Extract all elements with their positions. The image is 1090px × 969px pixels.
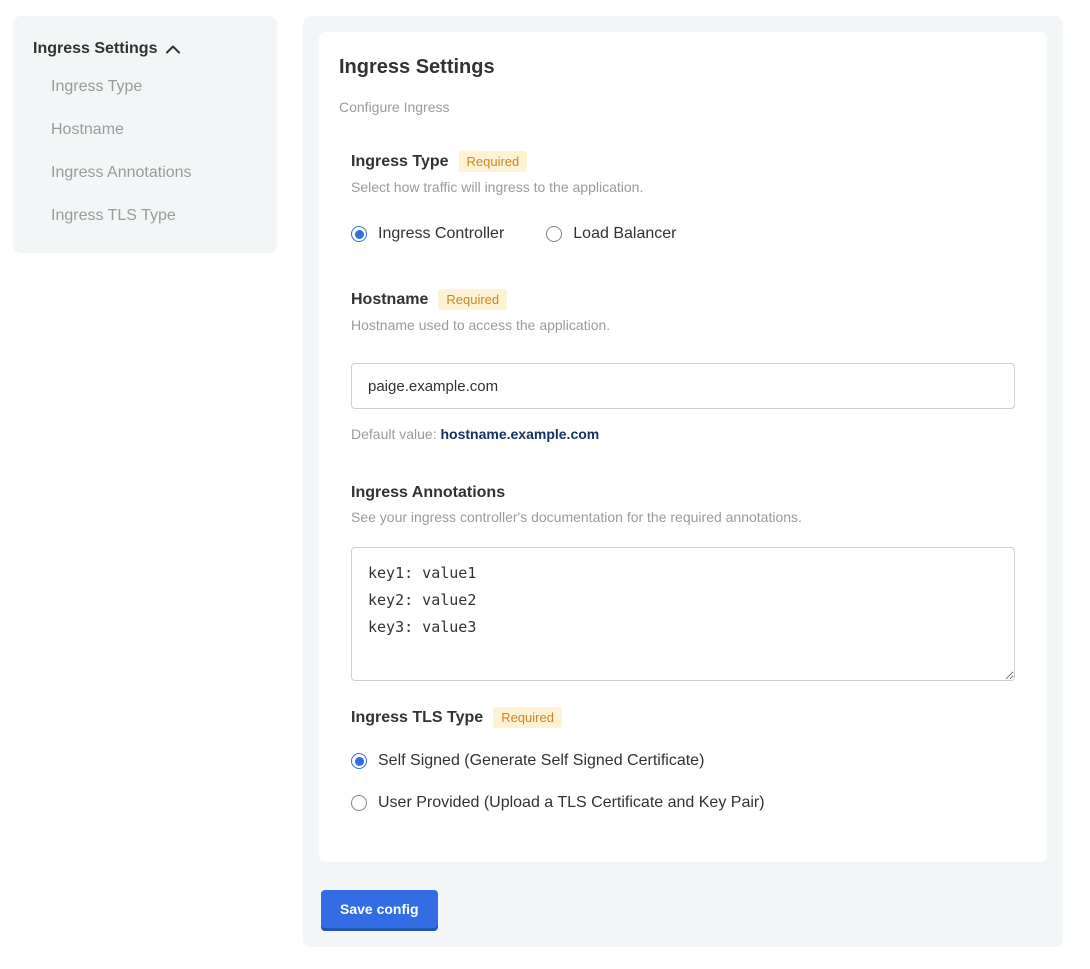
radio-user-provided-icon[interactable] [351, 795, 367, 811]
section-ingress-tls-type: Ingress TLS Type Required Self Signed (G… [351, 707, 1027, 812]
radio-ingress-controller-label: Ingress Controller [378, 225, 504, 243]
annotations-label: Ingress Annotations [351, 484, 505, 502]
chevron-up-icon [166, 45, 180, 54]
sidebar-item-hostname[interactable]: Hostname [51, 121, 257, 139]
ingress-type-label: Ingress Type [351, 153, 449, 171]
required-badge: Required [438, 289, 507, 310]
card-subtitle: Configure Ingress [339, 99, 1027, 115]
config-area: Ingress Settings Configure Ingress Ingre… [303, 16, 1063, 947]
section-ingress-annotations: Ingress Annotations See your ingress con… [351, 484, 1027, 681]
sidebar-group-header[interactable]: Ingress Settings [33, 40, 257, 58]
radio-user-provided-label: User Provided (Upload a TLS Certificate … [378, 794, 765, 812]
sidebar-group-title: Ingress Settings [33, 40, 157, 58]
tls-radio-group: Self Signed (Generate Self Signed Certif… [351, 752, 1027, 812]
annotations-help: See your ingress controller's documentat… [351, 509, 1027, 525]
annotations-textarea[interactable]: key1: value1 key2: value2 key3: value3 [351, 547, 1015, 681]
sidebar-item-ingress-tls-type[interactable]: Ingress TLS Type [51, 207, 257, 225]
save-config-button[interactable]: Save config [321, 890, 438, 928]
section-hostname: Hostname Required Hostname used to acces… [351, 289, 1027, 442]
config-card: Ingress Settings Configure Ingress Ingre… [319, 32, 1047, 862]
hostname-input[interactable] [351, 363, 1015, 409]
required-badge: Required [493, 707, 562, 728]
radio-load-balancer-label: Load Balancer [573, 225, 676, 243]
config-nav-sidebar: Ingress Settings Ingress Type Hostname I… [13, 16, 277, 253]
radio-option-load-balancer[interactable]: Load Balancer [546, 225, 676, 243]
config-page: { "colors": { "accent_blue": "#326de6", … [0, 0, 1090, 969]
hostname-help: Hostname used to access the application. [351, 317, 1027, 333]
hostname-label: Hostname [351, 291, 428, 309]
radio-option-ingress-controller[interactable]: Ingress Controller [351, 225, 504, 243]
section-ingress-type: Ingress Type Required Select how traffic… [351, 151, 1027, 243]
sidebar-items: Ingress Type Hostname Ingress Annotation… [33, 78, 257, 225]
card-title: Ingress Settings [339, 56, 1027, 79]
hostname-default-line: Default value: hostname.example.com [351, 426, 1027, 442]
radio-option-self-signed[interactable]: Self Signed (Generate Self Signed Certif… [351, 752, 1027, 770]
tls-type-label: Ingress TLS Type [351, 709, 483, 727]
radio-option-user-provided[interactable]: User Provided (Upload a TLS Certificate … [351, 794, 1027, 812]
sidebar-item-ingress-type[interactable]: Ingress Type [51, 78, 257, 96]
sidebar-item-ingress-annotations[interactable]: Ingress Annotations [51, 164, 257, 182]
hostname-default-label: Default value: [351, 426, 437, 442]
radio-ingress-controller-icon[interactable] [351, 226, 367, 242]
ingress-type-help: Select how traffic will ingress to the a… [351, 179, 1027, 195]
required-badge: Required [459, 151, 528, 172]
radio-self-signed-label: Self Signed (Generate Self Signed Certif… [378, 752, 704, 770]
hostname-default-value: hostname.example.com [441, 426, 600, 442]
ingress-type-radio-group: Ingress Controller Load Balancer [351, 225, 1027, 243]
radio-self-signed-icon[interactable] [351, 753, 367, 769]
radio-load-balancer-icon[interactable] [546, 226, 562, 242]
